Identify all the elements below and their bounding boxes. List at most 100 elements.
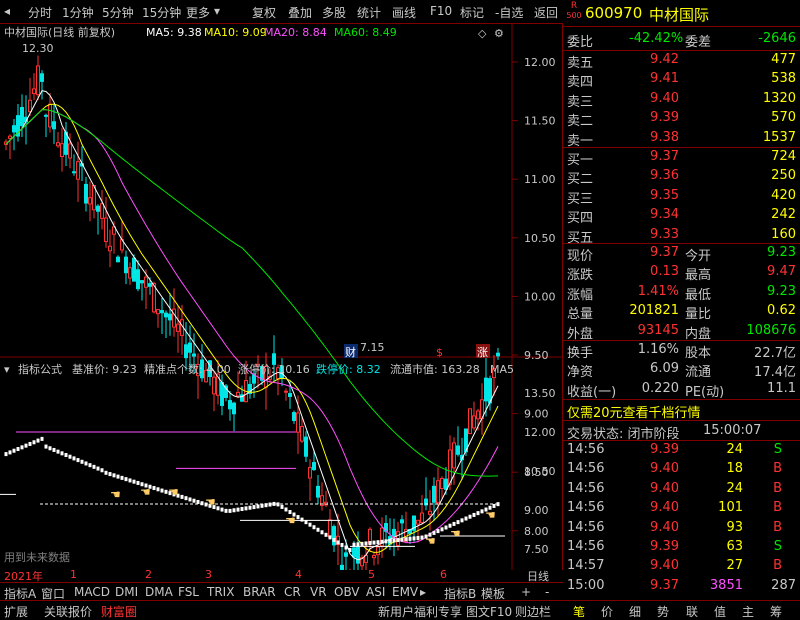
trade-price: 9.39 (650, 442, 679, 457)
candle-body (144, 276, 148, 288)
trade-time: 14:56 (567, 519, 605, 535)
ind-mark (300, 517, 304, 522)
diamond-icon[interactable]: ◇ (478, 27, 487, 40)
tab-chou[interactable]: 筹 (770, 603, 782, 620)
dollar-marker[interactable]: $ (436, 346, 443, 359)
tab-xi[interactable]: 细 (629, 603, 641, 620)
buy-price[interactable]: 9.37 (623, 149, 679, 164)
tab-asi[interactable]: ASI (366, 585, 385, 599)
tab-lian[interactable]: 联 (686, 603, 698, 620)
ind-mark (80, 459, 84, 464)
tab-macd[interactable]: MACD (74, 585, 110, 599)
tab-cr[interactable]: CR (284, 585, 301, 599)
new-user-promo[interactable]: 新用户福利专享 (378, 603, 462, 620)
stat-label: 最高 (685, 268, 712, 284)
kline-chart[interactable]: 中材国际(日线 前复权) MA5: 9.38 MA10: 9.09 MA20: … (0, 24, 563, 596)
tab-vr[interactable]: VR (310, 585, 327, 599)
ind-mark (260, 503, 264, 508)
chevron-down-icon[interactable]: ▾ (214, 4, 220, 18)
tab-zhu[interactable]: 主 (742, 603, 754, 620)
tab-zhi[interactable]: 值 (714, 603, 726, 620)
ind-mark (60, 451, 64, 456)
buy-price[interactable]: 9.34 (623, 207, 679, 222)
toolbar-biaoji-button[interactable]: 标记 (460, 4, 484, 21)
candle-body (148, 283, 152, 287)
toolbar-tab-15min[interactable]: 15分钟 (142, 4, 181, 21)
stat-value: 1.16% (637, 342, 679, 357)
toolbar-zixuan-button[interactable]: -自选 (495, 4, 523, 21)
tab-shi[interactable]: 势 (657, 603, 669, 620)
candle-body (220, 382, 224, 406)
y-tick-label: 11.00 (524, 173, 556, 186)
tab-dmi[interactable]: DMI (115, 585, 138, 599)
buy-price[interactable]: 9.35 (623, 188, 679, 203)
precision-points-param: 精准点个数: 4.00 (144, 363, 231, 376)
back-arrow-icon[interactable]: ◂ (4, 4, 10, 18)
trade-time: 14:56 (567, 480, 605, 496)
stat-label: 换手 (567, 346, 594, 361)
tab-emv[interactable]: EMV (392, 585, 418, 599)
hand-pointer-icon: ☚ (168, 485, 179, 499)
tab-dma[interactable]: DMA (145, 585, 173, 599)
sell-price[interactable]: 9.39 (623, 110, 679, 125)
ind-mark (276, 502, 280, 507)
tab-scroll-icon[interactable]: ▸ (420, 585, 426, 599)
tab-fsl[interactable]: FSL (178, 585, 199, 599)
toolbar-more-button[interactable]: 更多 (186, 4, 210, 21)
moving-average-lines (5, 90, 499, 561)
toolbar-tab-fenshi[interactable]: 分时 (28, 4, 52, 21)
zoom-out-button[interactable]: - (545, 585, 549, 599)
indicator-menu-icon[interactable]: ▾ (4, 363, 10, 376)
sell-price[interactable]: 9.38 (623, 130, 679, 145)
finance-marker[interactable]: 财 (345, 345, 356, 359)
toolbar-f10-button[interactable]: F10 (430, 4, 452, 18)
graphic-f10-button[interactable]: 图文F10 (466, 603, 512, 620)
tab-jia[interactable]: 价 (601, 603, 613, 620)
toolbar-tab-5min[interactable]: 5分钟 (102, 4, 134, 21)
ind-mark (72, 456, 76, 461)
candle-body (356, 546, 360, 564)
ind-mark (200, 501, 204, 506)
settings-icon[interactable]: ⚙ (494, 27, 504, 40)
toolbar-tongji-button[interactable]: 统计 (357, 4, 381, 21)
wealth-circle-button[interactable]: 财富圈 (101, 603, 137, 620)
toolbar-fuquan-button[interactable]: 复权 (252, 4, 276, 21)
ind-mark (480, 509, 484, 514)
toolbar-duogu-button[interactable]: 多股 (322, 4, 346, 21)
ind-mark (156, 487, 160, 492)
buy-price[interactable]: 9.36 (623, 168, 679, 183)
toolbar-tab-1min[interactable]: 1分钟 (62, 4, 94, 21)
sell-price[interactable]: 9.40 (623, 91, 679, 106)
ind-mark (284, 507, 288, 512)
x-axis-month-3: 3 (205, 568, 212, 581)
x-axis-month-1: 1 (70, 568, 77, 581)
stat-value: 11.1 (767, 380, 796, 396)
sidebar-button[interactable]: 则边栏 (515, 603, 551, 620)
toolbar-diejia-button[interactable]: 叠加 (288, 4, 312, 21)
limit-up-marker[interactable]: 涨 (477, 346, 488, 359)
tab-brar[interactable]: BRAR (243, 585, 276, 599)
candle-body (188, 342, 192, 353)
ind-mark (468, 514, 472, 519)
ind-mark (264, 503, 268, 508)
tab-trix[interactable]: TRIX (207, 585, 234, 599)
chart-panel[interactable]: 中材国际(日线 前复权) MA5: 9.38 MA10: 9.09 MA20: … (0, 24, 563, 596)
trade-volume: 27 (726, 558, 743, 574)
expand-button[interactable]: 扩展 (4, 603, 28, 620)
indicator-label[interactable]: 指标公式 (18, 362, 62, 376)
badge-bottom: 500 (566, 11, 582, 20)
level2-promo-link[interactable]: 仅需20元查看千档行情 (567, 402, 701, 421)
buy-price[interactable]: 9.33 (623, 227, 679, 242)
tab-bi[interactable]: 笔 (573, 603, 585, 620)
stat-value: 0.13 (650, 264, 679, 280)
y-tick-label: 8.00 (524, 525, 549, 538)
sell-price[interactable]: 9.42 (623, 52, 679, 67)
toolbar-back-button[interactable]: 返回 (534, 4, 558, 21)
ind-mark (248, 505, 252, 510)
related-quote-button[interactable]: 关联报价 (44, 603, 92, 620)
zoom-in-button[interactable]: + (521, 585, 531, 599)
toolbar-huaxian-button[interactable]: 画线 (392, 4, 416, 21)
tab-obv[interactable]: OBV (334, 585, 360, 599)
sell-price[interactable]: 9.41 (623, 71, 679, 86)
candle-body (168, 313, 172, 321)
